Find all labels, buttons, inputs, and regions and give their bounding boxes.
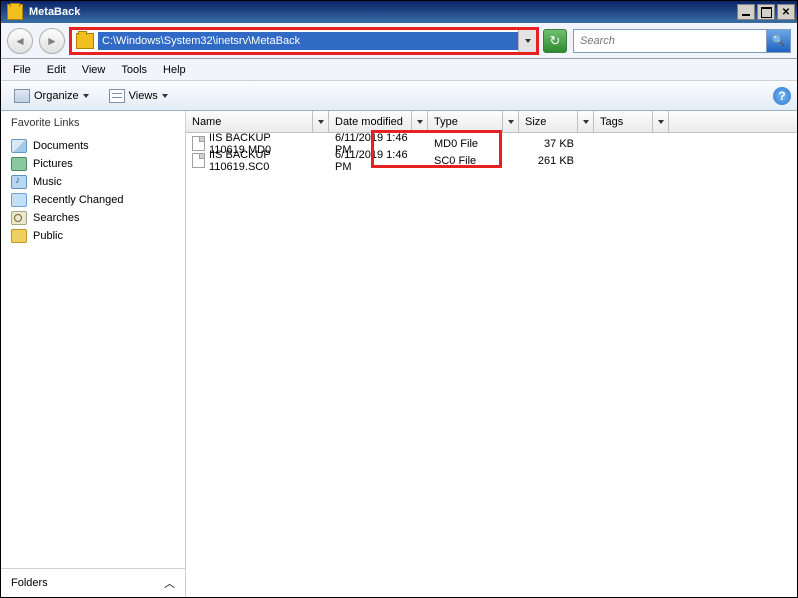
chevron-down-icon bbox=[508, 120, 514, 124]
file-icon bbox=[192, 153, 205, 168]
maximize-icon bbox=[761, 7, 772, 18]
folder-icon bbox=[7, 4, 23, 20]
music-icon bbox=[11, 175, 27, 189]
sidebar-label: Documents bbox=[33, 140, 89, 152]
file-icon bbox=[192, 136, 205, 151]
recent-icon bbox=[11, 193, 27, 207]
maximize-button[interactable] bbox=[757, 4, 775, 20]
nav-bar: ◄ ► C:\Windows\System32\inetsrv\MetaBack… bbox=[1, 23, 797, 59]
column-name[interactable]: Name bbox=[186, 111, 329, 132]
sidebar-item-public[interactable]: Public bbox=[1, 227, 185, 245]
tool-bar: Organize Views ? bbox=[1, 81, 797, 111]
title-bar: MetaBack ✕ bbox=[1, 1, 797, 23]
menu-file[interactable]: File bbox=[5, 62, 39, 78]
favorites-list: Documents Pictures Music Recently Change… bbox=[1, 135, 185, 568]
column-label: Size bbox=[525, 116, 546, 128]
column-dropdown[interactable] bbox=[502, 111, 518, 132]
chevron-up-icon: ︿ bbox=[164, 575, 175, 591]
column-type[interactable]: Type bbox=[428, 111, 519, 132]
column-label: Name bbox=[192, 116, 221, 128]
sidebar-item-recently-changed[interactable]: Recently Changed bbox=[1, 191, 185, 209]
file-type-cell: SC0 File bbox=[428, 155, 519, 167]
search-button[interactable]: 🔍 bbox=[766, 30, 790, 52]
help-button[interactable]: ? bbox=[773, 87, 791, 105]
menu-bar: File Edit View Tools Help bbox=[1, 59, 797, 81]
back-button[interactable]: ◄ bbox=[7, 28, 33, 54]
folders-toggle[interactable]: Folders ︿ bbox=[1, 568, 185, 597]
search-box: 🔍 bbox=[573, 29, 791, 53]
column-dropdown[interactable] bbox=[577, 111, 593, 132]
window-controls: ✕ bbox=[737, 4, 795, 20]
document-icon bbox=[11, 139, 27, 153]
views-label: Views bbox=[129, 90, 158, 102]
column-label: Type bbox=[434, 116, 458, 128]
minimize-icon bbox=[742, 8, 750, 16]
sidebar-label: Recently Changed bbox=[33, 194, 124, 206]
menu-edit[interactable]: Edit bbox=[39, 62, 74, 78]
search-icon bbox=[11, 211, 27, 225]
refresh-button[interactable]: ↻ bbox=[543, 29, 567, 53]
minimize-button[interactable] bbox=[737, 4, 755, 20]
column-label: Date modified bbox=[335, 116, 403, 128]
address-bar[interactable]: C:\Windows\System32\inetsrv\MetaBack bbox=[71, 29, 537, 53]
chevron-down-icon bbox=[525, 39, 531, 43]
organize-button[interactable]: Organize bbox=[7, 86, 96, 106]
file-type-cell: MD0 File bbox=[428, 138, 519, 150]
sidebar-label: Music bbox=[33, 176, 62, 188]
file-rows: IIS BACKUP 110619.MD0 6/11/2019 1:46 PM … bbox=[186, 133, 797, 169]
views-button[interactable]: Views bbox=[102, 86, 175, 106]
picture-icon bbox=[11, 157, 27, 171]
address-path[interactable]: C:\Windows\System32\inetsrv\MetaBack bbox=[98, 32, 518, 50]
sidebar-item-pictures[interactable]: Pictures bbox=[1, 155, 185, 173]
sidebar-item-music[interactable]: Music bbox=[1, 173, 185, 191]
file-list: Name Date modified Type Size Tags IIS BA… bbox=[186, 111, 797, 597]
column-dropdown[interactable] bbox=[652, 111, 668, 132]
close-button[interactable]: ✕ bbox=[777, 4, 795, 20]
sidebar-item-documents[interactable]: Documents bbox=[1, 137, 185, 155]
menu-tools[interactable]: Tools bbox=[113, 62, 155, 78]
folders-label: Folders bbox=[11, 577, 48, 589]
file-size-cell: 261 KB bbox=[519, 155, 594, 167]
chevron-down-icon bbox=[417, 120, 423, 124]
chevron-down-icon bbox=[658, 120, 664, 124]
file-date-cell: 6/11/2019 1:46 PM bbox=[329, 149, 428, 173]
search-input[interactable] bbox=[574, 35, 766, 47]
file-name: IIS BACKUP 110619.SC0 bbox=[209, 149, 323, 173]
column-label: Tags bbox=[600, 116, 623, 128]
address-dropdown[interactable] bbox=[518, 30, 536, 52]
column-headers: Name Date modified Type Size Tags bbox=[186, 111, 797, 133]
chevron-down-icon bbox=[83, 94, 89, 98]
sidebar: Favorite Links Documents Pictures Music … bbox=[1, 111, 186, 597]
chevron-down-icon bbox=[318, 120, 324, 124]
menu-help[interactable]: Help bbox=[155, 62, 194, 78]
column-dropdown[interactable] bbox=[411, 111, 427, 132]
column-dropdown[interactable] bbox=[312, 111, 328, 132]
forward-button[interactable]: ► bbox=[39, 28, 65, 54]
organize-label: Organize bbox=[34, 90, 79, 102]
sidebar-label: Public bbox=[33, 230, 63, 242]
folder-icon bbox=[76, 33, 94, 49]
column-tags[interactable]: Tags bbox=[594, 111, 669, 132]
views-icon bbox=[109, 89, 125, 103]
main-area: Favorite Links Documents Pictures Music … bbox=[1, 111, 797, 597]
favorites-header: Favorite Links bbox=[1, 111, 185, 135]
menu-view[interactable]: View bbox=[74, 62, 114, 78]
sidebar-label: Searches bbox=[33, 212, 79, 224]
organize-icon bbox=[14, 89, 30, 103]
column-date[interactable]: Date modified bbox=[329, 111, 428, 132]
column-size[interactable]: Size bbox=[519, 111, 594, 132]
chevron-down-icon bbox=[162, 94, 168, 98]
sidebar-label: Pictures bbox=[33, 158, 73, 170]
file-row[interactable]: IIS BACKUP 110619.SC0 6/11/2019 1:46 PM … bbox=[186, 152, 797, 169]
file-name-cell: IIS BACKUP 110619.SC0 bbox=[186, 149, 329, 173]
chevron-down-icon bbox=[583, 120, 589, 124]
file-size-cell: 37 KB bbox=[519, 138, 594, 150]
sidebar-item-searches[interactable]: Searches bbox=[1, 209, 185, 227]
public-folder-icon bbox=[11, 229, 27, 243]
window-title: MetaBack bbox=[27, 6, 737, 18]
